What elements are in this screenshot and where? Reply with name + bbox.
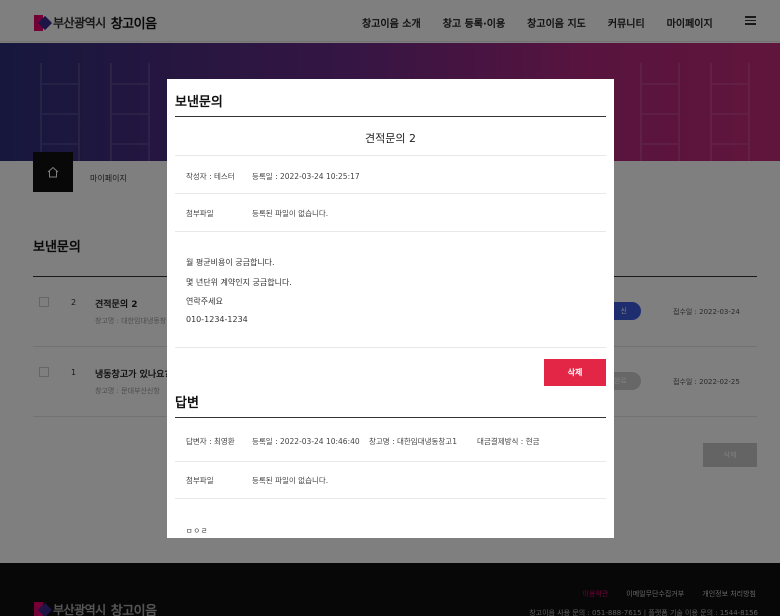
modal-title: 보낸문의 bbox=[175, 95, 223, 110]
divider bbox=[175, 461, 606, 462]
inquiry-modal: 보낸문의 견적문의 2 작성자 : 테스터 등록일 : 2022-03-24 1… bbox=[167, 79, 614, 538]
inquiry-subject: 견적문의 2 bbox=[365, 132, 416, 145]
modal-divider bbox=[175, 116, 606, 117]
inquiry-body-line: 연락주세요 bbox=[186, 297, 223, 306]
inquiry-writer: 작성자 : 테스터 bbox=[186, 172, 235, 181]
answer-divider bbox=[175, 417, 606, 418]
inquiry-date: 등록일 : 2022-03-24 10:25:17 bbox=[252, 172, 360, 181]
answer-payment: 대금결제방식 : 현금 bbox=[477, 437, 540, 446]
answer-title: 답변 bbox=[175, 396, 199, 411]
inquiry-body-line: 월 평균비용이 궁금합니다. bbox=[186, 258, 275, 267]
attach-label: 첨부파일 bbox=[186, 209, 214, 218]
answer-body: ㅁㅇㄹ bbox=[186, 527, 209, 535]
answer-attach-label: 첨부파일 bbox=[186, 476, 214, 485]
answer-attach-value: 등록된 파일이 없습니다. bbox=[252, 476, 329, 485]
divider bbox=[175, 498, 606, 499]
inquiry-body-line: 010-1234-1234 bbox=[186, 315, 248, 324]
divider bbox=[175, 231, 606, 232]
inquiry-body-line: 몇 년단위 계약인지 궁금합니다. bbox=[186, 278, 292, 287]
delete-button[interactable]: 삭제 bbox=[544, 359, 606, 386]
divider bbox=[175, 155, 606, 156]
answer-warehouse: 창고명 : 대한임대냉동창고1 bbox=[369, 437, 457, 446]
answer-writer: 답변자 : 최영환 bbox=[186, 437, 235, 446]
divider bbox=[175, 193, 606, 194]
divider bbox=[175, 347, 606, 348]
answer-date: 등록일 : 2022-03-24 10:46:40 bbox=[252, 437, 360, 446]
attach-value: 등록된 파일이 없습니다. bbox=[252, 209, 329, 218]
